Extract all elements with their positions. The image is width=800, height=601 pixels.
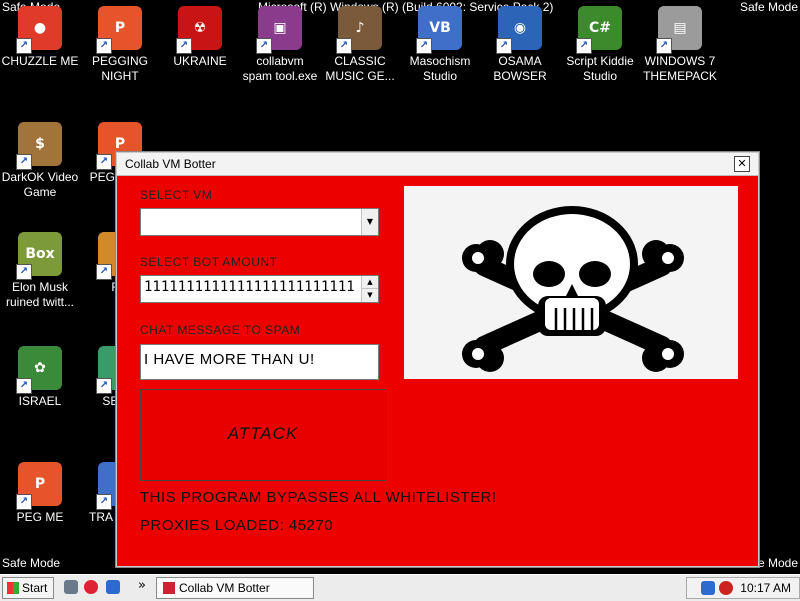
desktop-icon-label: Elon Musk ruined twitt... xyxy=(5,280,75,309)
clock[interactable]: 10:17 AM xyxy=(740,581,791,595)
desktop-icon[interactable]: P ↗ PEG ME xyxy=(0,462,80,525)
desktop-icon-label: Script Kiddie Studio xyxy=(566,54,634,83)
desktop-icon[interactable]: ✿ ↗ ISRAEL xyxy=(0,346,80,409)
spin-down-icon[interactable]: ▼ xyxy=(362,289,378,302)
shortcut-icon: P ↗ xyxy=(16,462,62,510)
shortcut-icon: C# ↗ xyxy=(576,6,622,54)
desktop-icon-label: DarkOK Video Game xyxy=(1,170,79,199)
desktop-icon[interactable]: ◉ ↗ OSAMA BOWSER xyxy=(480,6,560,84)
shortcut-icon: ▣ ↗ xyxy=(256,6,302,54)
spin-buttons[interactable]: ▲ ▼ xyxy=(361,276,378,302)
chevron-down-icon[interactable]: ▼ xyxy=(361,209,378,235)
skull-image xyxy=(404,186,738,379)
desktop-icon[interactable]: P ↗ PEGGING NIGHT xyxy=(80,6,160,84)
taskbar-item-collab-vm-botter[interactable]: Collab VM Botter xyxy=(156,577,314,599)
collab-vm-botter-window: Collab VM Botter ✕ SELECT VM ▼ SELECT BO… xyxy=(116,152,759,567)
shortcut-icon: ● ↗ xyxy=(16,6,62,54)
shortcut-arrow-icon: ↗ xyxy=(496,38,512,54)
shortcut-arrow-icon: ↗ xyxy=(16,494,32,510)
chat-message-input[interactable]: I HAVE MORE THAN U! xyxy=(140,344,379,380)
shortcut-icon: ▤ ↗ xyxy=(656,6,702,54)
desktop-icon-label: CHUZZLE ME xyxy=(1,54,79,68)
shortcut-arrow-icon: ↗ xyxy=(16,154,32,170)
safe-mode-bottom-left: Safe Mode xyxy=(2,556,61,570)
desktop-icon-label: CLASSIC MUSIC GE... xyxy=(325,54,395,83)
desktop-icon[interactable]: VB ↗ Masochism Studio xyxy=(400,6,480,84)
quicklaunch-browser-icon[interactable] xyxy=(84,580,98,594)
bot-amount-stepper[interactable]: 1111111111111111111111111 ▲ ▼ xyxy=(140,275,379,303)
shortcut-icon: ♪ ↗ xyxy=(336,6,382,54)
shortcut-arrow-icon: ↗ xyxy=(656,38,672,54)
network-icon[interactable] xyxy=(701,581,715,595)
task-label: Collab VM Botter xyxy=(179,581,270,595)
attack-label: ATTACK xyxy=(227,424,299,443)
shortcut-arrow-icon: ↗ xyxy=(16,38,32,54)
select-vm-label: SELECT VM xyxy=(140,188,213,202)
desktop-icon-label: collabvm spam tool.exe xyxy=(242,54,318,83)
desktop-icon-label: PEG ME xyxy=(16,510,64,524)
desktop-icon[interactable]: ▣ ↗ collabvm spam tool.exe xyxy=(240,6,320,84)
chat-message-value: I HAVE MORE THAN U! xyxy=(144,351,315,368)
shortcut-arrow-icon: ↗ xyxy=(96,154,112,170)
security-alert-icon[interactable] xyxy=(719,581,733,595)
app-icon xyxy=(163,582,175,594)
desktop-icon-label: PEGGING NIGHT xyxy=(91,54,148,83)
taskbar: Start » Collab VM Botter 10:17 AM xyxy=(0,574,800,601)
system-tray: 10:17 AM xyxy=(686,577,800,599)
shortcut-arrow-icon: ↗ xyxy=(16,378,32,394)
shortcut-arrow-icon: ↗ xyxy=(336,38,352,54)
shortcut-arrow-icon: ↗ xyxy=(176,38,192,54)
proxies-loaded-text: PROXIES LOADED: 45270 xyxy=(140,517,334,534)
shortcut-arrow-icon: ↗ xyxy=(256,38,272,54)
shortcut-icon: P ↗ xyxy=(96,6,142,54)
desktop-icon[interactable]: ▤ ↗ WINDOWS 7 THEMEPACK xyxy=(640,6,720,84)
select-vm-dropdown[interactable]: ▼ xyxy=(140,208,379,236)
desktop-icon-label: WINDOWS 7 THEMEPACK xyxy=(643,54,717,83)
desktop-icon-label: ISRAEL xyxy=(18,394,62,408)
shortcut-arrow-icon: ↗ xyxy=(576,38,592,54)
spin-up-icon[interactable]: ▲ xyxy=(362,276,378,289)
desktop-icon[interactable]: Box ↗ Elon Musk ruined twitt... xyxy=(0,232,80,310)
bot-amount-value: 1111111111111111111111111 xyxy=(144,279,355,295)
bot-amount-label: SELECT BOT AMOUNT xyxy=(140,255,278,269)
shortcut-icon: ◉ ↗ xyxy=(496,6,542,54)
start-label: Start xyxy=(22,581,48,595)
show-desktop-icon[interactable] xyxy=(64,580,78,594)
shortcut-icon: Box ↗ xyxy=(16,232,62,280)
quicklaunch-chevron[interactable]: » xyxy=(138,578,146,593)
desktop-icon-label: UKRAINE xyxy=(173,54,227,68)
desktop-icon-label: OSAMA BOWSER xyxy=(493,54,547,83)
window-title: Collab VM Botter xyxy=(125,157,216,171)
shortcut-arrow-icon: ↗ xyxy=(96,494,112,510)
windows-logo-icon xyxy=(7,582,19,594)
desktop-icon[interactable]: ● ↗ CHUZZLE ME xyxy=(0,6,80,69)
shortcut-arrow-icon: ↗ xyxy=(96,378,112,394)
safe-mode-top-right: Safe Mode xyxy=(739,0,798,14)
shortcut-arrow-icon: ↗ xyxy=(416,38,432,54)
attack-button[interactable]: ATTACK xyxy=(140,389,386,481)
shortcut-icon: ✿ ↗ xyxy=(16,346,62,394)
shortcut-arrow-icon: ↗ xyxy=(96,38,112,54)
desktop-icon[interactable]: ♪ ↗ CLASSIC MUSIC GE... xyxy=(320,6,400,84)
desktop-icon[interactable]: ☢ ↗ UKRAINE xyxy=(160,6,240,69)
chat-message-label: CHAT MESSAGE TO SPAM xyxy=(140,323,301,337)
bypass-text: THIS PROGRAM BYPASSES ALL WHITELISTER! xyxy=(140,489,497,506)
shortcut-icon: $ ↗ xyxy=(16,122,62,170)
shortcut-icon: ☢ ↗ xyxy=(176,6,222,54)
shortcut-arrow-icon: ↗ xyxy=(16,264,32,280)
title-bar[interactable]: Collab VM Botter ✕ xyxy=(117,153,758,176)
start-button[interactable]: Start xyxy=(2,577,54,599)
skull-crossbones-icon xyxy=(462,206,684,372)
close-button[interactable]: ✕ xyxy=(734,156,750,172)
shortcut-arrow-icon: ↗ xyxy=(96,264,112,280)
quicklaunch-explorer-icon[interactable] xyxy=(106,580,120,594)
desktop-icon-label: Masochism Studio xyxy=(409,54,471,83)
shortcut-icon: VB ↗ xyxy=(416,6,462,54)
desktop-icon[interactable]: $ ↗ DarkOK Video Game xyxy=(0,122,80,200)
desktop-icon[interactable]: C# ↗ Script Kiddie Studio xyxy=(560,6,640,84)
